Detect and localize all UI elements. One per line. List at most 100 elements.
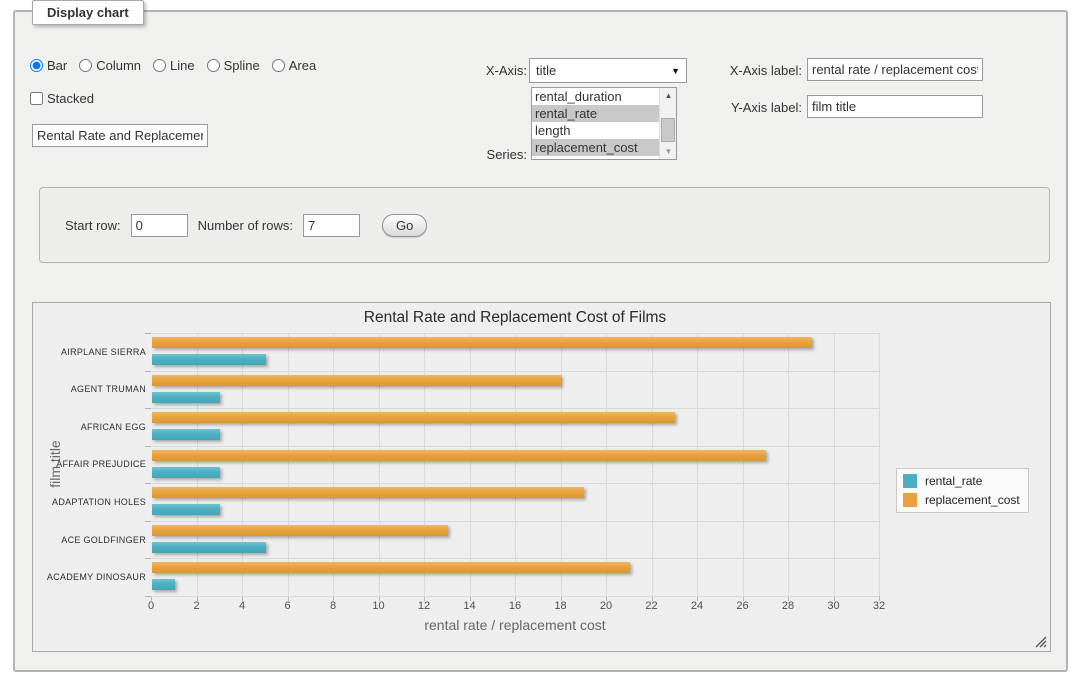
gridline-x-12 [424, 333, 425, 596]
gridline-x-18 [561, 333, 562, 596]
y-axis-label-input[interactable] [807, 95, 983, 118]
num-rows-label: Number of rows: [198, 218, 293, 233]
gridline-x-20 [606, 333, 607, 596]
series-option-rental-duration[interactable]: rental_duration [532, 88, 659, 105]
spline-radio-label: Spline [224, 58, 260, 73]
gridline-x-8 [333, 333, 334, 596]
bar-rental_rate-5 [152, 542, 266, 553]
bar-rental_rate-3 [152, 467, 220, 478]
spline-radio[interactable] [207, 59, 220, 72]
x-tick-label-0: 0 [131, 600, 171, 612]
scrollbar-thumb[interactable] [661, 118, 675, 142]
legend-label-replacement_cost: replacement_cost [925, 493, 1020, 507]
band-separator [151, 596, 879, 597]
gridline-x-22 [652, 333, 653, 596]
bar-replacement_cost-4 [152, 487, 584, 498]
x-tick-label-6: 6 [268, 600, 308, 612]
gridline-x-24 [697, 333, 698, 596]
band-separator [151, 446, 879, 447]
x-axis-label-input[interactable] [807, 58, 983, 81]
bar-replacement_cost-1 [152, 375, 561, 386]
band-separator [151, 408, 879, 409]
x-tick-label-2: 2 [177, 600, 217, 612]
area-radio-label: Area [289, 58, 316, 73]
num-rows-input[interactable] [303, 214, 360, 237]
gridline-x-14 [470, 333, 471, 596]
start-row-input[interactable] [131, 214, 188, 237]
chart-title-input[interactable] [32, 124, 208, 147]
x-tick-label-8: 8 [313, 600, 353, 612]
stacked-row: Stacked [30, 91, 94, 106]
band-separator [151, 371, 879, 372]
x-tick-label-12: 12 [404, 600, 444, 612]
chart-type-radio-group: Bar Column Line Spline Area [30, 58, 316, 73]
legend-item-rental_rate[interactable]: rental_rate [903, 474, 1020, 488]
gridline-x-6 [288, 333, 289, 596]
chart-area: Rental Rate and Replacement Cost of Film… [32, 302, 1051, 652]
area-radio[interactable] [272, 59, 285, 72]
legend-swatch-replacement_cost [903, 493, 917, 507]
y-tick [145, 596, 151, 597]
stacked-option[interactable]: Stacked [30, 91, 94, 106]
series-scrollbar[interactable]: ▲ ▼ [659, 88, 676, 159]
category-label-1: AGENT TRUMAN [33, 371, 146, 409]
series-option-length[interactable]: length [532, 122, 659, 139]
category-label-4: ADAPTATION HOLES [33, 483, 146, 521]
go-button[interactable]: Go [382, 214, 427, 237]
bar-radio[interactable] [30, 59, 43, 72]
band-separator [151, 558, 879, 559]
series-listbox[interactable]: rental_duration rental_rate length repla… [531, 87, 677, 160]
x-tick-label-10: 10 [359, 600, 399, 612]
x-axis-select[interactable]: title ▼ [529, 58, 687, 83]
line-radio[interactable] [153, 59, 166, 72]
bar-rental_rate-0 [152, 354, 266, 365]
chart-type-option-bar[interactable]: Bar [30, 58, 67, 73]
bar-radio-label: Bar [47, 58, 67, 73]
chevron-down-icon: ▼ [671, 66, 680, 76]
gridline-x-30 [834, 333, 835, 596]
scroll-down-icon[interactable]: ▼ [660, 144, 677, 159]
bar-replacement_cost-3 [152, 450, 766, 461]
legend-label-rental_rate: rental_rate [925, 474, 982, 488]
band-separator [151, 333, 879, 334]
bar-replacement_cost-6 [152, 562, 630, 573]
resize-handle-icon[interactable] [1035, 636, 1047, 648]
band-separator [151, 483, 879, 484]
start-row-label: Start row: [65, 218, 121, 233]
series-option-replacement-cost[interactable]: replacement_cost [532, 139, 659, 156]
stacked-checkbox[interactable] [30, 92, 43, 105]
column-radio[interactable] [79, 59, 92, 72]
scroll-up-icon[interactable]: ▲ [660, 88, 677, 103]
gridline-x-26 [743, 333, 744, 596]
band-separator [151, 521, 879, 522]
gridline-x-32 [879, 333, 880, 596]
x-tick-label-16: 16 [495, 600, 535, 612]
bar-rental_rate-6 [152, 579, 175, 590]
column-radio-label: Column [96, 58, 141, 73]
series-option-rental-rate[interactable]: rental_rate [532, 105, 659, 122]
x-axis-selected-value: title [536, 63, 671, 78]
series-field-label: Series: [455, 147, 527, 162]
category-label-5: ACE GOLDFINGER [33, 521, 146, 559]
category-label-3: AFFAIR PREJUDICE [33, 446, 146, 484]
x-tick-label-28: 28 [768, 600, 808, 612]
x-tick-label-26: 26 [723, 600, 763, 612]
legend-item-replacement_cost[interactable]: replacement_cost [903, 493, 1020, 507]
gridline-x-10 [379, 333, 380, 596]
chart-type-option-column[interactable]: Column [79, 58, 141, 73]
legend-swatch-rental_rate [903, 474, 917, 488]
bar-rental_rate-2 [152, 429, 220, 440]
chart-type-option-area[interactable]: Area [272, 58, 316, 73]
category-label-2: AFRICAN EGG [33, 408, 146, 446]
bar-rental_rate-4 [152, 504, 220, 515]
gridline-x-28 [788, 333, 789, 596]
category-label-0: AIRPLANE SIERRA [33, 333, 146, 371]
category-label-6: ACADEMY DINOSAUR [33, 558, 146, 596]
series-options: rental_duration rental_rate length repla… [532, 88, 659, 159]
chart-title: Rental Rate and Replacement Cost of Film… [151, 309, 879, 327]
chart-type-option-line[interactable]: Line [153, 58, 195, 73]
y-axis-label-field-label: Y-Axis label: [705, 100, 802, 115]
chart-type-option-spline[interactable]: Spline [207, 58, 260, 73]
x-tick-label-32: 32 [859, 600, 899, 612]
bar-replacement_cost-0 [152, 337, 812, 348]
